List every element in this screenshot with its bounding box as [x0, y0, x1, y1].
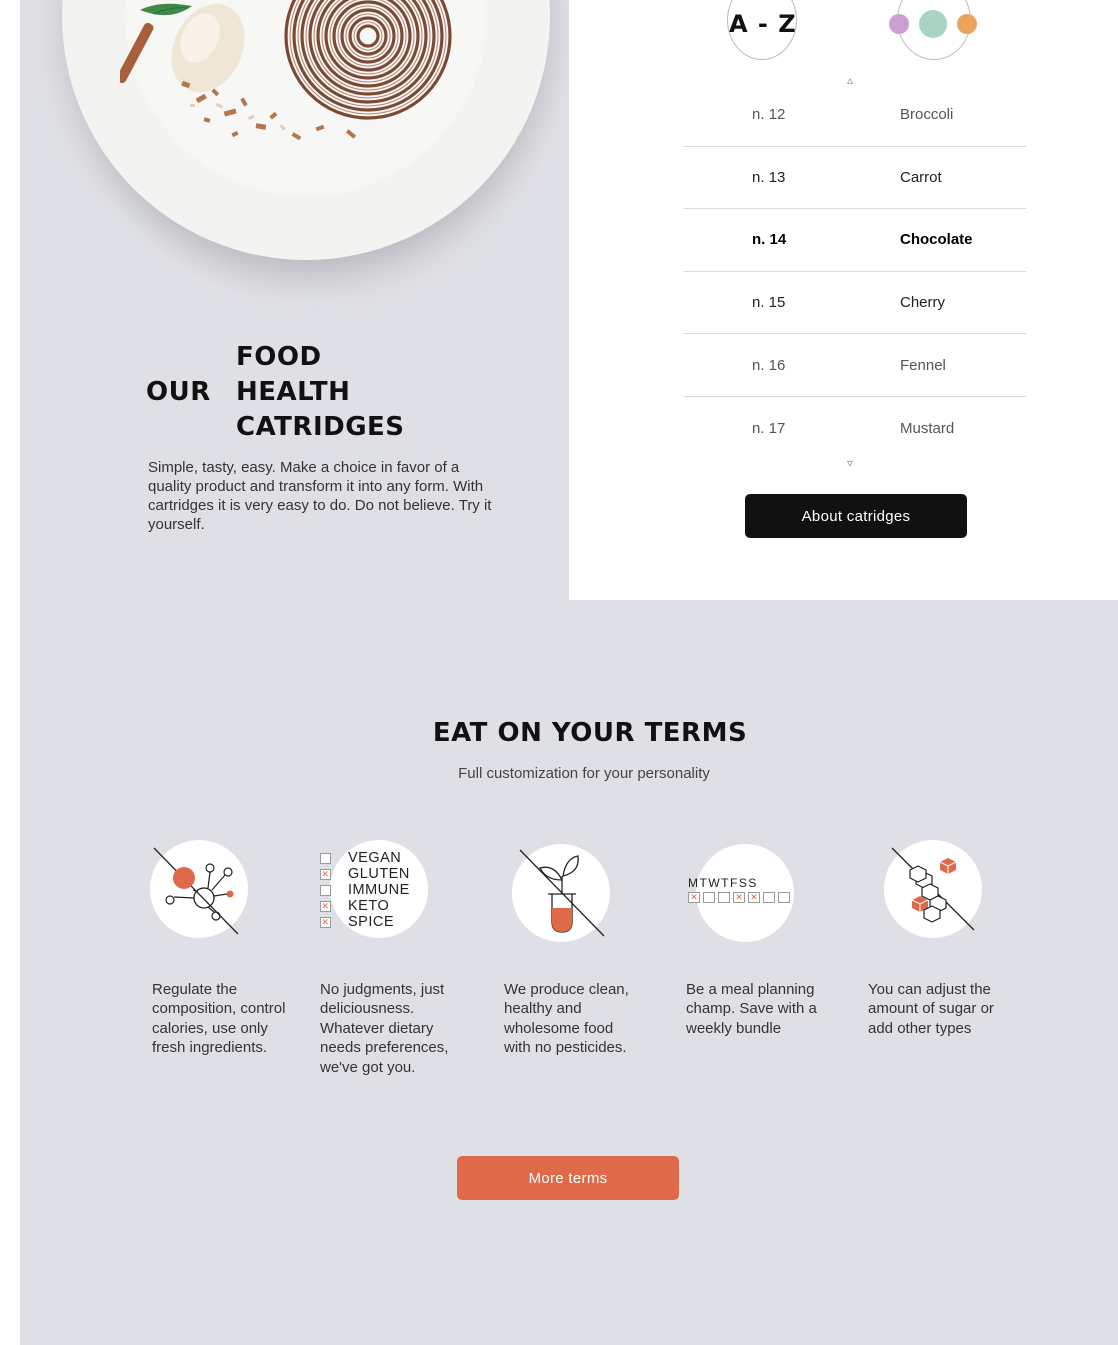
feature-text: You can adjust the amount of sugar or ad…: [868, 981, 994, 1037]
diet-option-label: VEGAN: [348, 850, 402, 866]
list-item-name: Mustard: [900, 419, 955, 437]
hero-description: Simple, tasty, easy. Make a choice in fa…: [148, 459, 492, 533]
list-item-number: n. 13: [752, 168, 786, 186]
checkbox-icon: [320, 852, 331, 864]
hero-title-catridges: CATRIDGES: [236, 412, 405, 442]
color-dot-orange[interactable]: [957, 14, 977, 34]
day-empty-icon: [718, 892, 730, 903]
day-checked-icon: ✕: [733, 892, 745, 903]
checkbox-icon: [320, 884, 331, 896]
more-terms-button[interactable]: More terms: [457, 1156, 679, 1200]
terms-title: EAT ON YOUR TERMS: [432, 718, 748, 748]
day-empty-icon: [703, 892, 715, 903]
day-checked-icon: ✕: [688, 892, 700, 903]
diet-option-label: SPICE: [348, 914, 395, 930]
molecule-icon: [153, 847, 239, 935]
feature-text: We produce clean, healthy and wholesome …: [504, 981, 629, 1057]
feature-text: Be a meal planning champ. Save with a we…: [686, 981, 817, 1037]
triangle-down-icon[interactable]: ▿: [847, 456, 853, 470]
hero-title-health: HEALTH: [236, 377, 351, 407]
list-item[interactable]: n. 17 Mustard: [684, 397, 1026, 460]
weekly-calendar-icon: ✕ ✕ ✕: [688, 892, 793, 903]
feature-text: Regulate the composition, control calori…: [152, 981, 286, 1057]
list-item-number: n. 14: [752, 231, 787, 249]
list-item-name: Fennel: [900, 356, 946, 374]
checkbox-checked-icon: ✕: [320, 868, 331, 880]
diet-option: IMMUNE: [320, 882, 410, 898]
color-dot-purple[interactable]: [889, 14, 909, 34]
day-empty-icon: [763, 892, 775, 903]
list-item[interactable]: n. 13 Carrot: [684, 147, 1026, 210]
checkbox-checked-icon: ✕: [320, 900, 331, 912]
list-item-name: Chocolate: [900, 231, 973, 249]
catridge-catalog: A - Z ▵ n. 12 Broccoli n. 13 Carrot n. 1…: [569, 0, 1118, 600]
hero-title-food: FOOD: [236, 342, 322, 372]
diet-option-label: IMMUNE: [348, 882, 410, 898]
color-dot-green[interactable]: [919, 10, 947, 38]
diet-option: ✕ SPICE: [320, 914, 410, 930]
diet-option: VEGAN: [320, 850, 410, 866]
day-checked-icon: ✕: [748, 892, 760, 903]
week-days-label: MTWTFSS: [688, 876, 758, 890]
list-item-name: Cherry: [900, 294, 946, 312]
sort-alphabetical-label[interactable]: A - Z: [729, 10, 797, 38]
about-catridges-button[interactable]: About catridges: [745, 494, 967, 538]
diet-checklist-icon: VEGAN ✕ GLUTEN IMMUNE ✕ KETO ✕ SPICE: [320, 850, 410, 930]
list-item-selected[interactable]: n. 14 Chocolate: [684, 209, 1026, 272]
list-item[interactable]: n. 16 Fennel: [684, 334, 1026, 397]
hero-title-our: OUR: [146, 377, 211, 407]
sprout-test-tube-icon: [519, 849, 605, 937]
page: FOOD OUR HEALTH CATRIDGES Simple, tasty,…: [0, 0, 1118, 1345]
list-item-number: n. 17: [752, 419, 786, 437]
checkbox-checked-icon: ✕: [320, 916, 331, 928]
terms-subtitle: Full customization for your personality: [458, 765, 710, 782]
diet-option: ✕ GLUTEN: [320, 866, 410, 882]
diet-option-label: GLUTEN: [348, 866, 410, 882]
diet-option-label: KETO: [348, 898, 390, 914]
list-item-number: n. 12: [752, 106, 786, 124]
list-item-number: n. 15: [752, 294, 786, 312]
dessert-illustration: [120, 0, 452, 141]
hero-section: FOOD OUR HEALTH CATRIDGES Simple, tasty,…: [20, 0, 569, 600]
diet-option: ✕ KETO: [320, 898, 410, 914]
list-item-name: Broccoli: [900, 106, 954, 124]
list-item[interactable]: n. 15 Cherry: [684, 272, 1026, 335]
cubes-icon: [891, 847, 975, 931]
list-item[interactable]: n. 12 Broccoli: [684, 84, 1026, 147]
feature-text: No judgments, just deliciousness. Whatev…: [320, 981, 449, 1076]
terms-section: EAT ON YOUR TERMS Full customization for…: [20, 600, 1118, 1345]
catridge-list: n. 12 Broccoli n. 13 Carrot n. 14 Chocol…: [684, 84, 1026, 460]
list-item-number: n. 16: [752, 356, 786, 374]
day-empty-icon: [778, 892, 790, 903]
list-item-name: Carrot: [900, 168, 942, 186]
